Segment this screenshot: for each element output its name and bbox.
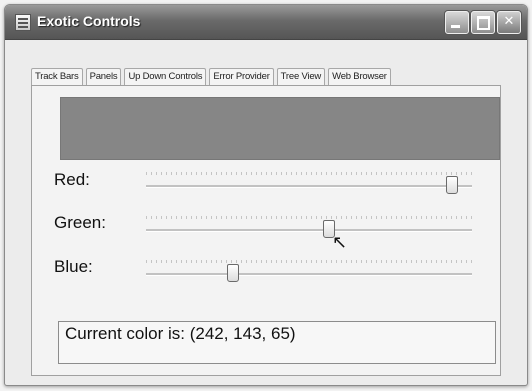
- tab-track-bars[interactable]: Track Bars: [31, 68, 83, 85]
- close-button[interactable]: ✕: [497, 11, 521, 34]
- tab-strip: Track Bars Panels Up Down Controls Error…: [31, 65, 394, 85]
- tab-tree-view[interactable]: Tree View: [276, 68, 326, 85]
- red-slider[interactable]: [146, 172, 472, 194]
- red-slider-rail: [146, 185, 472, 188]
- current-color-text: Current color is: (242, 143, 65): [65, 324, 296, 343]
- blue-slider[interactable]: [146, 260, 472, 282]
- arrow-cursor-icon: ↖: [332, 232, 348, 253]
- app-window: Exotic Controls ✕ Track Bars Panels Up D…: [4, 4, 528, 386]
- blue-label: Blue:: [54, 257, 93, 276]
- green-slider[interactable]: [146, 216, 472, 238]
- tab-up-down-controls[interactable]: Up Down Controls: [124, 68, 207, 85]
- color-preview: [60, 97, 500, 160]
- track-bars-panel: Red: Green: Blue: ↖ Current color is: (2…: [31, 85, 501, 376]
- current-color-box: Current color is: (242, 143, 65): [58, 321, 496, 364]
- blue-slider-thumb[interactable]: [227, 264, 239, 282]
- window-title: Exotic Controls: [37, 13, 141, 29]
- red-slider-thumb[interactable]: [446, 176, 458, 194]
- tab-panels[interactable]: Panels: [85, 68, 122, 85]
- red-slider-ticks: [146, 172, 472, 175]
- tab-error-provider[interactable]: Error Provider: [209, 68, 274, 85]
- blue-slider-ticks: [146, 260, 472, 263]
- title-bar[interactable]: Exotic Controls ✕: [5, 5, 527, 40]
- blue-slider-rail: [146, 273, 472, 276]
- minimize-button[interactable]: [445, 11, 469, 34]
- maximize-button[interactable]: [471, 11, 495, 34]
- green-slider-rail: [146, 229, 472, 232]
- green-label: Green:: [54, 213, 106, 232]
- app-icon: [15, 14, 31, 31]
- green-slider-ticks: [146, 216, 472, 219]
- tab-web-browser[interactable]: Web Browser: [328, 68, 391, 85]
- red-label: Red:: [54, 170, 90, 189]
